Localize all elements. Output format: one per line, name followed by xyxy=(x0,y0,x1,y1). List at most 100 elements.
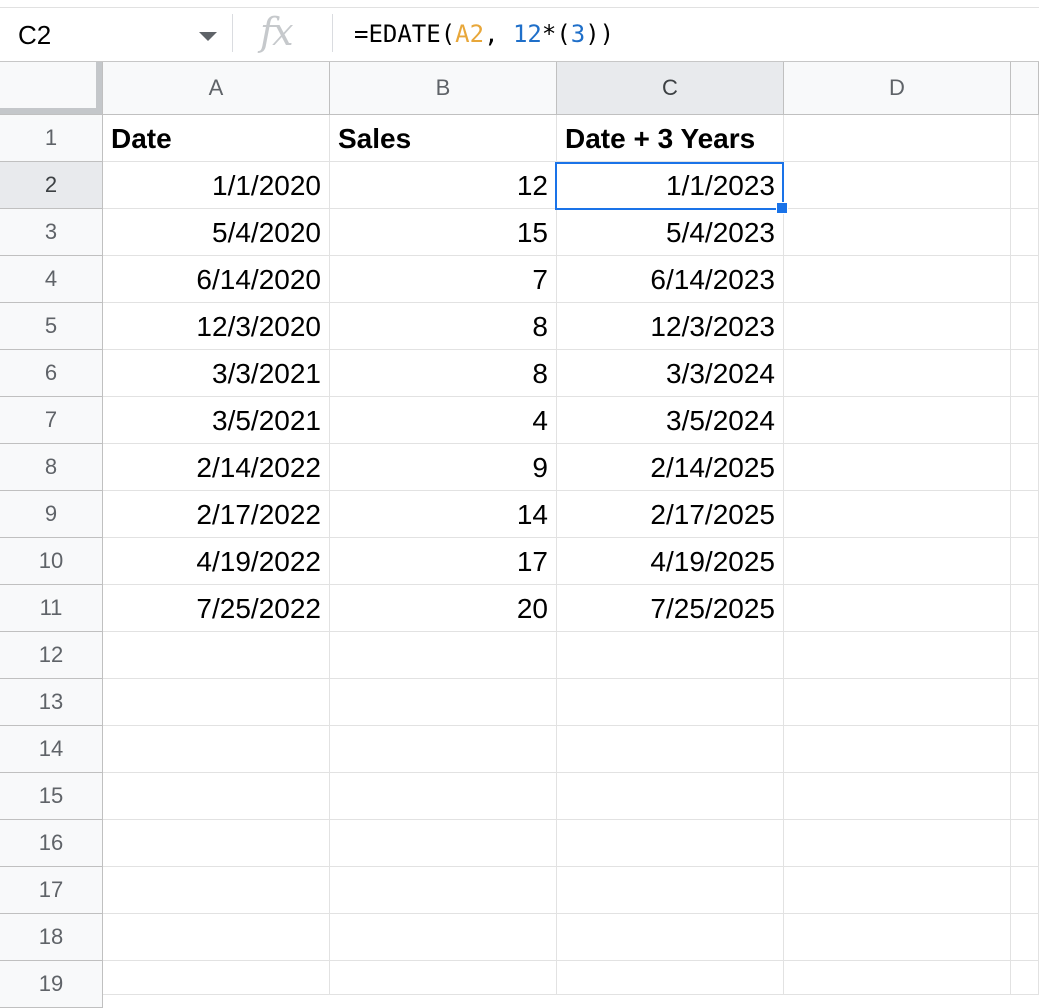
cell-c19[interactable] xyxy=(557,961,784,995)
cell-c10[interactable]: 4/19/2025 xyxy=(557,538,784,585)
cell-e3[interactable] xyxy=(1011,209,1039,256)
cell-a11[interactable]: 7/25/2022 xyxy=(103,585,330,632)
cell-e4[interactable] xyxy=(1011,256,1039,303)
cell-c11[interactable]: 7/25/2025 xyxy=(557,585,784,632)
cell-d5[interactable] xyxy=(784,303,1011,350)
cell-a1[interactable]: Date xyxy=(103,115,330,162)
cell-d10[interactable] xyxy=(784,538,1011,585)
cell-a12[interactable] xyxy=(103,632,330,679)
cell-e7[interactable] xyxy=(1011,397,1039,444)
cell-e9[interactable] xyxy=(1011,491,1039,538)
cell-a9[interactable]: 2/17/2022 xyxy=(103,491,330,538)
cell-b14[interactable] xyxy=(330,726,557,773)
cell-e8[interactable] xyxy=(1011,444,1039,491)
cell-c18[interactable] xyxy=(557,914,784,961)
cell-d13[interactable] xyxy=(784,679,1011,726)
cell-b19[interactable] xyxy=(330,961,557,995)
column-header-e[interactable] xyxy=(1011,62,1039,115)
cell-a4[interactable]: 6/14/2020 xyxy=(103,256,330,303)
cell-a15[interactable] xyxy=(103,773,330,820)
cell-c8[interactable]: 2/14/2025 xyxy=(557,444,784,491)
name-box[interactable]: C2 xyxy=(0,8,232,61)
cell-e10[interactable] xyxy=(1011,538,1039,585)
cell-e14[interactable] xyxy=(1011,726,1039,773)
cell-d8[interactable] xyxy=(784,444,1011,491)
cell-a17[interactable] xyxy=(103,867,330,914)
cell-b10[interactable]: 17 xyxy=(330,538,557,585)
cell-b11[interactable]: 20 xyxy=(330,585,557,632)
formula-input[interactable]: =EDATE(A2, 12*(3)) xyxy=(354,20,614,48)
row-header-4[interactable]: 4 xyxy=(0,256,103,303)
cell-b12[interactable] xyxy=(330,632,557,679)
row-header-14[interactable]: 14 xyxy=(0,726,103,773)
fill-handle[interactable] xyxy=(776,202,788,214)
cell-d14[interactable] xyxy=(784,726,1011,773)
cell-a5[interactable]: 12/3/2020 xyxy=(103,303,330,350)
cell-e19[interactable] xyxy=(1011,961,1039,995)
cell-c13[interactable] xyxy=(557,679,784,726)
cell-b15[interactable] xyxy=(330,773,557,820)
cell-c5[interactable]: 12/3/2023 xyxy=(557,303,784,350)
cell-e2[interactable] xyxy=(1011,162,1039,209)
row-header-12[interactable]: 12 xyxy=(0,632,103,679)
cell-d7[interactable] xyxy=(784,397,1011,444)
cell-b13[interactable] xyxy=(330,679,557,726)
cell-b4[interactable]: 7 xyxy=(330,256,557,303)
cell-e16[interactable] xyxy=(1011,820,1039,867)
row-header-5[interactable]: 5 xyxy=(0,303,103,350)
cell-b6[interactable]: 8 xyxy=(330,350,557,397)
cell-c15[interactable] xyxy=(557,773,784,820)
cell-a16[interactable] xyxy=(103,820,330,867)
select-all-corner[interactable] xyxy=(0,62,103,115)
cell-a13[interactable] xyxy=(103,679,330,726)
cell-a10[interactable]: 4/19/2022 xyxy=(103,538,330,585)
row-header-1[interactable]: 1 xyxy=(0,115,103,162)
cell-c4[interactable]: 6/14/2023 xyxy=(557,256,784,303)
cell-c14[interactable] xyxy=(557,726,784,773)
freeze-column-handle[interactable] xyxy=(96,62,102,114)
cell-a8[interactable]: 2/14/2022 xyxy=(103,444,330,491)
row-header-13[interactable]: 13 xyxy=(0,679,103,726)
cell-c12[interactable] xyxy=(557,632,784,679)
cell-a14[interactable] xyxy=(103,726,330,773)
cell-d18[interactable] xyxy=(784,914,1011,961)
cell-a2[interactable]: 1/1/2020 xyxy=(103,162,330,209)
chevron-down-icon[interactable] xyxy=(199,32,217,41)
cell-a6[interactable]: 3/3/2021 xyxy=(103,350,330,397)
cell-d16[interactable] xyxy=(784,820,1011,867)
row-header-15[interactable]: 15 xyxy=(0,773,103,820)
cell-b8[interactable]: 9 xyxy=(330,444,557,491)
cell-a18[interactable] xyxy=(103,914,330,961)
cell-d12[interactable] xyxy=(784,632,1011,679)
row-header-9[interactable]: 9 xyxy=(0,491,103,538)
cell-c1[interactable]: Date + 3 Years xyxy=(557,115,784,162)
cell-c6[interactable]: 3/3/2024 xyxy=(557,350,784,397)
freeze-row-handle[interactable] xyxy=(0,108,102,114)
cell-c7[interactable]: 3/5/2024 xyxy=(557,397,784,444)
cell-d6[interactable] xyxy=(784,350,1011,397)
row-header-11[interactable]: 11 xyxy=(0,585,103,632)
cell-e1[interactable] xyxy=(1011,115,1039,162)
row-header-19[interactable]: 19 xyxy=(0,961,103,1008)
row-header-3[interactable]: 3 xyxy=(0,209,103,256)
cell-d19[interactable] xyxy=(784,961,1011,995)
cell-e5[interactable] xyxy=(1011,303,1039,350)
cell-b3[interactable]: 15 xyxy=(330,209,557,256)
cell-e17[interactable] xyxy=(1011,867,1039,914)
row-header-7[interactable]: 7 xyxy=(0,397,103,444)
column-header-d[interactable]: D xyxy=(784,62,1011,115)
cell-b17[interactable] xyxy=(330,867,557,914)
cell-b1[interactable]: Sales xyxy=(330,115,557,162)
column-header-b[interactable]: B xyxy=(330,62,557,115)
cell-e12[interactable] xyxy=(1011,632,1039,679)
cell-e13[interactable] xyxy=(1011,679,1039,726)
row-header-16[interactable]: 16 xyxy=(0,820,103,867)
cell-b16[interactable] xyxy=(330,820,557,867)
cell-e11[interactable] xyxy=(1011,585,1039,632)
cell-c2[interactable]: 1/1/2023 xyxy=(557,162,784,209)
row-header-18[interactable]: 18 xyxy=(0,914,103,961)
row-header-10[interactable]: 10 xyxy=(0,538,103,585)
cell-d17[interactable] xyxy=(784,867,1011,914)
cell-d4[interactable] xyxy=(784,256,1011,303)
cell-e15[interactable] xyxy=(1011,773,1039,820)
